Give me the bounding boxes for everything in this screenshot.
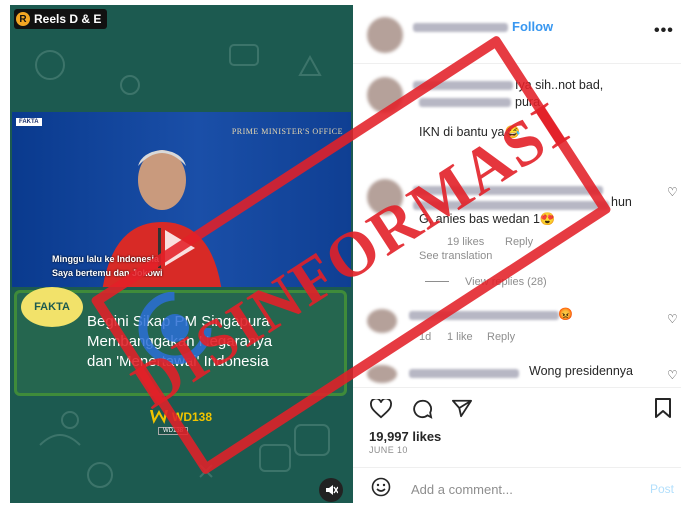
heart-icon[interactable] bbox=[370, 399, 392, 419]
comment-like-heart-icon[interactable]: ♡ bbox=[667, 312, 678, 326]
add-comment-bar bbox=[353, 467, 681, 504]
angry-emoji-icon: 😡 bbox=[558, 307, 573, 321]
comment-like-heart-icon[interactable]: ♡ bbox=[667, 368, 678, 382]
reply-button[interactable]: Reply bbox=[487, 331, 515, 343]
comment-like-heart-icon[interactable]: ♡ bbox=[667, 185, 678, 199]
comment-text: Wong presidennya bbox=[529, 364, 634, 378]
mute-icon[interactable] bbox=[319, 478, 343, 502]
comment-icon[interactable] bbox=[411, 399, 433, 419]
reel-tag-label: Reels D & E bbox=[34, 12, 102, 26]
post-date: JUNE 10 bbox=[369, 445, 408, 455]
post-header: Follow ••• bbox=[353, 5, 681, 64]
more-options-icon[interactable]: ••• bbox=[654, 22, 674, 40]
fakta-logo: FAKTA bbox=[21, 287, 83, 327]
author-avatar[interactable] bbox=[367, 17, 403, 53]
likes-count[interactable]: 19,997 likes bbox=[369, 429, 441, 444]
bookmark-icon[interactable] bbox=[655, 398, 671, 418]
comment-likes[interactable]: 1 like bbox=[447, 331, 473, 343]
reel-badge: R bbox=[16, 12, 30, 26]
follow-button[interactable]: Follow bbox=[512, 19, 553, 34]
subtitle-line1: Minggu lalu ke Indonesia bbox=[52, 254, 160, 264]
post-comment-button[interactable]: Post bbox=[650, 482, 674, 496]
share-icon[interactable] bbox=[451, 398, 473, 418]
comment-blurred-text bbox=[409, 369, 519, 378]
add-comment-input[interactable]: Add a comment... bbox=[411, 482, 513, 497]
office-caption: PRIME MINISTER'S OFFICE bbox=[231, 127, 343, 136]
author-username[interactable] bbox=[413, 23, 508, 32]
reel-tag: R Reels D & E bbox=[14, 9, 108, 29]
emoji-icon[interactable] bbox=[371, 477, 391, 497]
source-badge: FAKTA bbox=[16, 118, 42, 126]
comment-text: hun bbox=[611, 195, 632, 209]
instagram-post: R Reels D & E FAKTA PRIME MINISTER'S OFF… bbox=[0, 0, 681, 508]
commenter-avatar[interactable] bbox=[367, 365, 397, 383]
